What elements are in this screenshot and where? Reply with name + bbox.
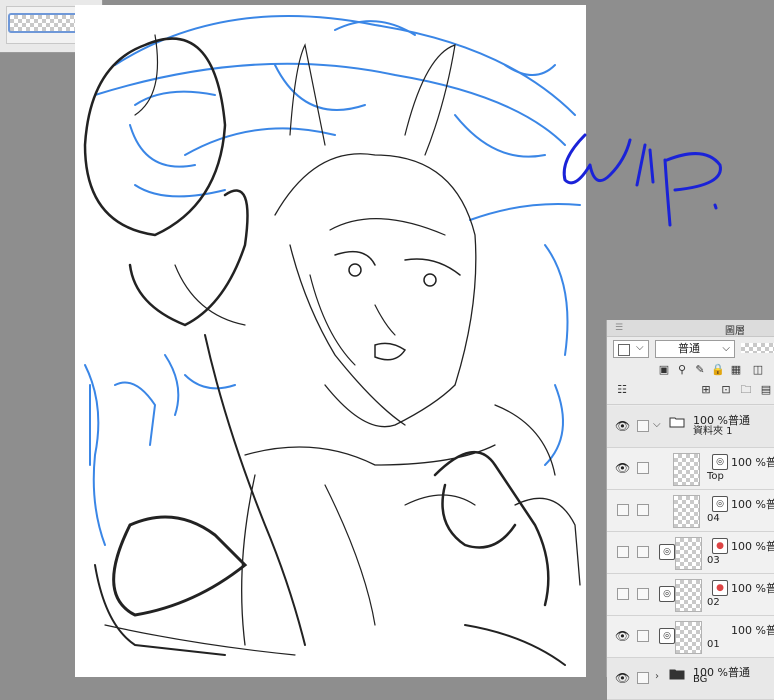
layer-row[interactable]: 👁 ◎ 100 %普 01 [607, 616, 774, 658]
layer-list: 👁 ⌵ 100 %普通 資料夾 1 👁 ◎ 100 %普 Top ◎ 100 %… [607, 406, 774, 700]
layer-row[interactable]: 👁 ◎ 100 %普 Top [607, 448, 774, 490]
chevron-down-icon: ⌵ [722, 343, 730, 354]
layer-thumbnail [675, 537, 702, 570]
chevron-down-icon: ⌵ [636, 342, 644, 353]
layer-row[interactable]: ◎ ● 100 %普 02 [607, 574, 774, 616]
eye-icon[interactable]: 👁 [615, 462, 630, 474]
clip-icon[interactable]: ▣ [657, 363, 671, 377]
drawing-canvas[interactable] [75, 5, 586, 677]
layer-name: BG [693, 674, 708, 685]
blend-mode-select[interactable]: 普通 ⌵ [655, 340, 735, 358]
layer-thumbnail [675, 579, 702, 612]
raster-layer-icon: ◎ [712, 454, 728, 470]
lock-checkbox[interactable] [637, 672, 649, 684]
new-folder-icon[interactable]: 🗀 [739, 383, 753, 397]
layer-tool-row: ▣ ⚲ ✎ 🔒 ▦ ◫ [607, 362, 774, 380]
mask-icon[interactable]: ◫ [751, 363, 765, 377]
layer-panel-title: 圖層 [725, 326, 745, 337]
layer-opacity-mode: 100 %普 [731, 456, 774, 469]
layer-name: 01 [707, 639, 720, 650]
lock-icon[interactable]: 🔒 [711, 363, 725, 377]
layer-name: 03 [707, 555, 720, 566]
color-square-icon [618, 344, 630, 356]
raster-layer-icon: ◎ [659, 544, 675, 560]
layer-opacity-mode: 100 %普 [731, 498, 774, 511]
layer-thumbnail [675, 621, 702, 654]
eye-icon[interactable]: 👁 [615, 672, 630, 684]
eye-icon[interactable]: 👁 [615, 630, 630, 642]
layer-opacity-mode: 100 %普 [731, 540, 774, 553]
new-vector-layer-icon[interactable]: ⊡ [719, 383, 733, 397]
color-layer-icon: ● [712, 538, 728, 554]
layer-property-row: ⌵ 普通 ⌵ [607, 338, 774, 360]
layer-name: Top [707, 471, 724, 482]
layer-row-folder[interactable]: 👁 › 100 %普通 BG [607, 658, 774, 700]
visibility-checkbox[interactable] [617, 546, 629, 558]
lock-transparency-icon[interactable]: ▦ [729, 363, 743, 377]
layer-row-folder[interactable]: 👁 ⌵ 100 %普通 資料夾 1 [607, 406, 774, 448]
opacity-slider[interactable] [741, 343, 774, 353]
folder-icon [669, 417, 685, 428]
raster-layer-icon: ◎ [712, 496, 728, 512]
layer-thumbnail [673, 453, 700, 486]
layer-list-icon[interactable]: ☷ [615, 383, 629, 397]
sketch-artwork [83, 15, 581, 666]
layer-color-dropdown[interactable]: ⌵ [613, 340, 649, 358]
visibility-checkbox[interactable] [617, 588, 629, 600]
layer-mask-icon[interactable]: ▤ [759, 383, 773, 397]
wip-handwriting [562, 133, 722, 227]
layer-action-row: ☷ ⊞ ⊡ 🗀 ▤ [607, 382, 774, 405]
layer-row[interactable]: ◎ ● 100 %普 03 [607, 532, 774, 574]
wip-annotation [555, 120, 755, 230]
chevron-down-icon[interactable]: ⌵ [653, 419, 661, 430]
lock-checkbox[interactable] [637, 630, 649, 642]
lock-checkbox[interactable] [637, 588, 649, 600]
lock-checkbox[interactable] [637, 504, 649, 516]
layer-name: 02 [707, 597, 720, 608]
layer-panel-header: ☰ 圖層 [607, 320, 774, 337]
color-layer-icon: ● [712, 580, 728, 596]
new-raster-layer-icon[interactable]: ⊞ [699, 383, 713, 397]
reference-icon[interactable]: ⚲ [675, 363, 689, 377]
visibility-checkbox[interactable] [617, 504, 629, 516]
layer-panel: ☰ 圖層 ⌵ 普通 ⌵ ▣ ⚲ ✎ 🔒 ▦ ◫ ☷ ⊞ ⊡ 🗀 ▤ 👁 ⌵ 10… [606, 320, 774, 700]
panel-menu-icon[interactable]: ☰ [615, 323, 623, 333]
blend-mode-value: 普通 [678, 342, 700, 355]
lock-checkbox[interactable] [637, 462, 649, 474]
layer-name: 04 [707, 513, 720, 524]
layer-opacity-mode: 100 %普 [731, 582, 774, 595]
raster-layer-icon: ◎ [659, 586, 675, 602]
layer-row[interactable]: ◎ 100 %普 04 [607, 490, 774, 532]
layer-opacity-mode: 100 %普 [731, 624, 774, 637]
folder-icon [669, 669, 685, 680]
lock-checkbox[interactable] [637, 546, 649, 558]
raster-layer-icon: ◎ [659, 628, 675, 644]
layer-name: 資料夾 1 [693, 426, 733, 437]
eye-icon[interactable]: 👁 [615, 420, 630, 432]
lock-checkbox[interactable] [637, 420, 649, 432]
layer-thumbnail [673, 495, 700, 528]
draft-icon[interactable]: ✎ [693, 363, 707, 377]
